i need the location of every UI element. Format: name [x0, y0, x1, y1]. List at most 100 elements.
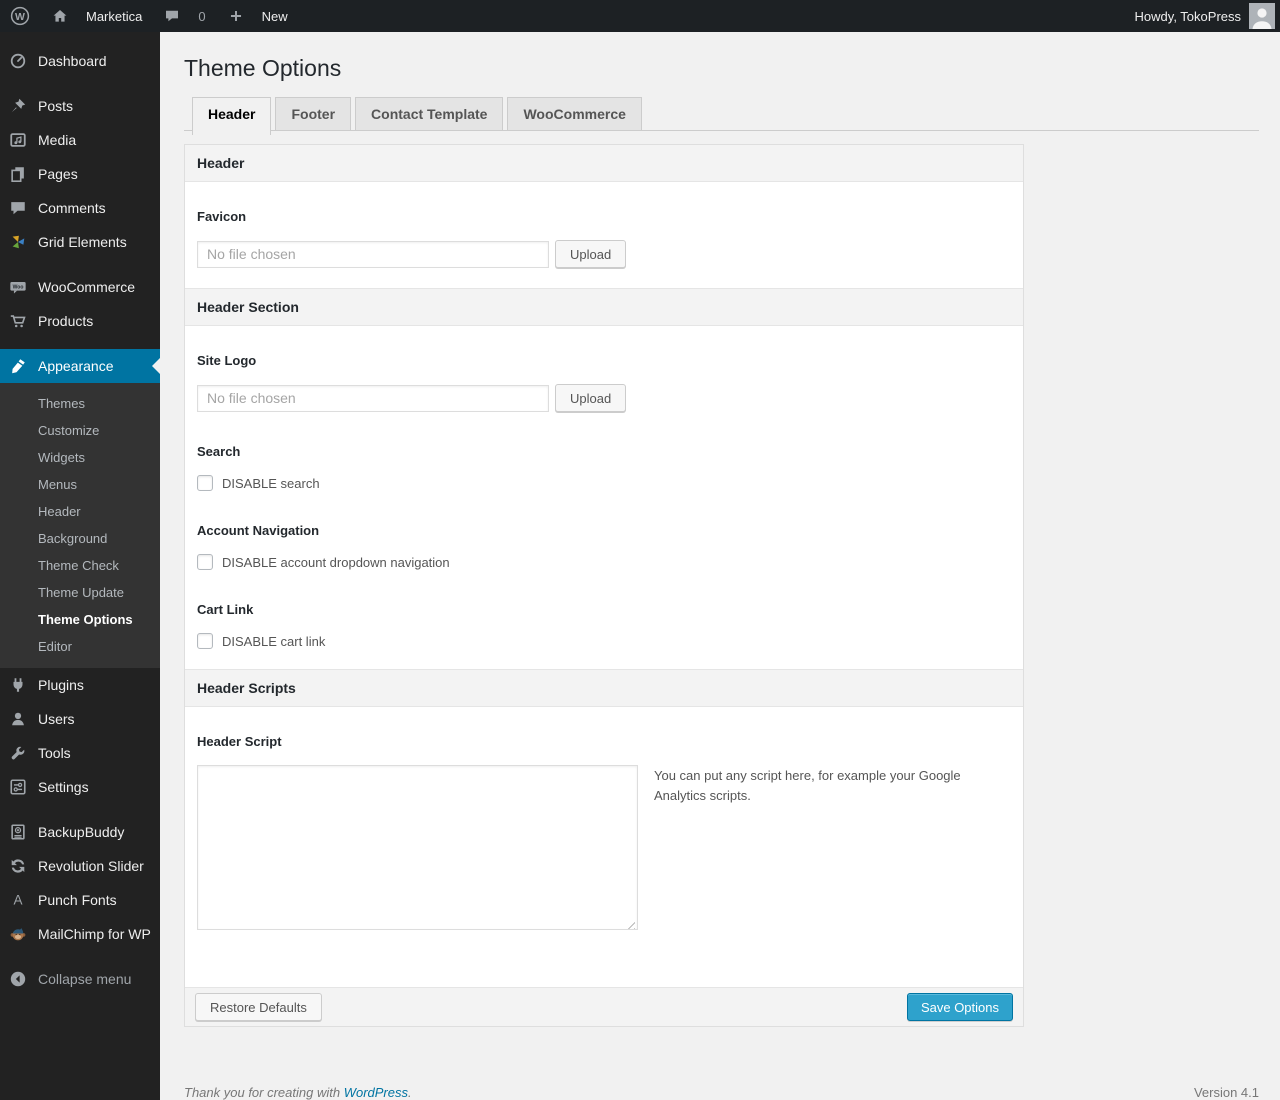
avatar[interactable]	[1249, 3, 1275, 29]
sidebar-item-theme-check[interactable]: Theme Check	[0, 552, 160, 579]
adminbar-new-link[interactable]: New	[216, 0, 298, 32]
svg-text:Woo: Woo	[13, 284, 24, 290]
woocommerce-badge-icon: Woo	[8, 277, 28, 297]
disable-search-checkbox[interactable]	[197, 475, 213, 491]
menu-separator	[0, 338, 160, 349]
sidebar-item-collapse-menu[interactable]: Collapse menu	[0, 962, 160, 996]
sidebar-item-punch-fonts[interactable]: A Punch Fonts	[0, 883, 160, 917]
sidebar-item-theme-update[interactable]: Theme Update	[0, 579, 160, 606]
sidebar-item-themes[interactable]: Themes	[0, 390, 160, 417]
sidebar-item-plugins[interactable]: Plugins	[0, 668, 160, 702]
tab-woocommerce[interactable]: WooCommerce	[507, 97, 642, 130]
header-script-label: Header Script	[197, 734, 282, 749]
tab-contact-template[interactable]: Contact Template	[355, 97, 504, 130]
sidebar-item-media[interactable]: Media	[0, 123, 160, 157]
theme-options-panel: Header Favicon Upload Header Section Sit…	[184, 144, 1024, 1027]
pushpin-icon	[8, 96, 28, 116]
user-icon	[8, 709, 28, 729]
wordpress-footer-link[interactable]: WordPress	[344, 1085, 408, 1100]
svg-text:A: A	[13, 893, 22, 908]
header-script-help-text: You can put any script here, for example…	[654, 768, 961, 804]
comment-count: 0	[198, 8, 206, 24]
howdy-account-link[interactable]: Howdy, TokoPress	[1135, 9, 1241, 24]
sidebar-item-widgets[interactable]: Widgets	[0, 444, 160, 471]
restore-defaults-button[interactable]: Restore Defaults	[195, 993, 322, 1021]
dashboard-icon	[8, 51, 28, 71]
header-section-fields-body: Site Logo Upload Search DISABLE search A…	[185, 326, 1023, 669]
header-scripts-body: Header Script You can put any script her…	[185, 707, 1023, 987]
plus-icon	[226, 6, 246, 26]
sidebar-item-revolution-slider[interactable]: Revolution Slider	[0, 849, 160, 883]
footer-thanks-text: Thank you for creating with WordPress.	[184, 1085, 412, 1100]
plug-icon	[8, 675, 28, 695]
wordpress-logo-icon[interactable]: W	[0, 0, 40, 32]
sidebar-item-posts[interactable]: Posts	[0, 89, 160, 123]
sidebar-item-users[interactable]: Users	[0, 702, 160, 736]
admin-bar: W Marketica 0 New Howdy, TokoPress	[0, 0, 1280, 32]
favicon-file-input[interactable]	[197, 240, 549, 268]
sidebar-item-dashboard[interactable]: Dashboard	[0, 44, 160, 78]
sidebar-item-pages[interactable]: Pages	[0, 157, 160, 191]
search-label: Search	[197, 444, 241, 459]
sidebar-item-tools[interactable]: Tools	[0, 736, 160, 770]
favicon-label: Favicon	[197, 209, 247, 224]
section-header-title: Header	[185, 145, 1023, 182]
favicon-upload-button[interactable]: Upload	[555, 240, 627, 268]
sidebar-item-editor[interactable]: Editor	[0, 633, 160, 660]
sidebar-item-appearance[interactable]: Appearance	[0, 349, 160, 383]
disable-account-nav-row[interactable]: DISABLE account dropdown navigation	[197, 554, 1011, 570]
section-header-scripts-title: Header Scripts	[185, 669, 1023, 707]
menu-separator	[0, 804, 160, 815]
appearance-submenu: Themes Customize Widgets Menus Header Ba…	[0, 383, 160, 668]
save-options-button[interactable]: Save Options	[906, 993, 1013, 1021]
disable-account-nav-checkbox-label: DISABLE account dropdown navigation	[222, 554, 450, 570]
disable-account-nav-checkbox[interactable]	[197, 554, 213, 570]
wrench-icon	[8, 743, 28, 763]
sidebar-item-comments[interactable]: Comments	[0, 191, 160, 225]
site-name-link[interactable]: Marketica	[40, 0, 152, 32]
sidebar-item-settings[interactable]: Settings	[0, 770, 160, 804]
sidebar-item-theme-options[interactable]: Theme Options	[0, 606, 160, 633]
sidebar-item-grid-elements[interactable]: Grid Elements	[0, 225, 160, 259]
sidebar-item-woocommerce[interactable]: Woo WooCommerce	[0, 270, 160, 304]
page-footer: Thank you for creating with WordPress. V…	[184, 1085, 1259, 1100]
letter-a-icon: A	[8, 890, 28, 910]
header-section-body: Favicon Upload	[185, 182, 1023, 288]
admin-sidebar: Dashboard Posts Media Pages Comments Gri…	[0, 32, 160, 1100]
sidebar-item-mailchimp[interactable]: MailChimp for WP	[0, 917, 160, 951]
cart-link-label: Cart Link	[197, 602, 254, 617]
tab-header[interactable]: Header	[192, 97, 272, 135]
comment-bubble-icon	[162, 6, 182, 26]
panel-footer: Restore Defaults Save Options	[185, 987, 1023, 1026]
header-script-textarea[interactable]	[197, 765, 638, 930]
home-icon	[50, 6, 70, 26]
admin-bar-right: Howdy, TokoPress	[1135, 3, 1280, 29]
sliders-icon	[8, 777, 28, 797]
disable-cart-link-checkbox-label: DISABLE cart link	[222, 633, 326, 649]
sidebar-item-customize[interactable]: Customize	[0, 417, 160, 444]
sidebar-item-background[interactable]: Background	[0, 525, 160, 552]
page-title: Theme Options	[184, 55, 342, 81]
sidebar-item-menus[interactable]: Menus	[0, 471, 160, 498]
disable-cart-link-row[interactable]: DISABLE cart link	[197, 633, 1011, 649]
adminbar-comments-link[interactable]: 0	[152, 0, 215, 32]
menu-separator	[0, 78, 160, 89]
svg-text:W: W	[15, 11, 25, 23]
site-logo-file-input[interactable]	[197, 384, 549, 412]
tab-bar: Header Footer Contact Template WooCommerce	[184, 97, 1259, 135]
sidebar-item-header[interactable]: Header	[0, 498, 160, 525]
monkey-icon	[8, 924, 28, 944]
cart-icon	[8, 311, 28, 331]
version-text: Version 4.1	[1193, 1085, 1259, 1100]
collapse-arrow-icon	[8, 969, 28, 989]
site-logo-upload-button[interactable]: Upload	[555, 384, 627, 412]
disable-search-checkbox-label: DISABLE search	[222, 475, 320, 491]
site-name: Marketica	[86, 8, 143, 24]
tab-footer[interactable]: Footer	[275, 97, 352, 130]
disable-search-row[interactable]: DISABLE search	[197, 475, 1011, 491]
disable-cart-link-checkbox[interactable]	[197, 633, 213, 649]
sidebar-item-products[interactable]: Products	[0, 304, 160, 338]
sidebar-item-backupbuddy[interactable]: BackupBuddy	[0, 815, 160, 849]
section-header-section-title: Header Section	[185, 288, 1023, 326]
main-content: Theme Options Header Footer Contact Templa…	[160, 32, 1280, 1100]
